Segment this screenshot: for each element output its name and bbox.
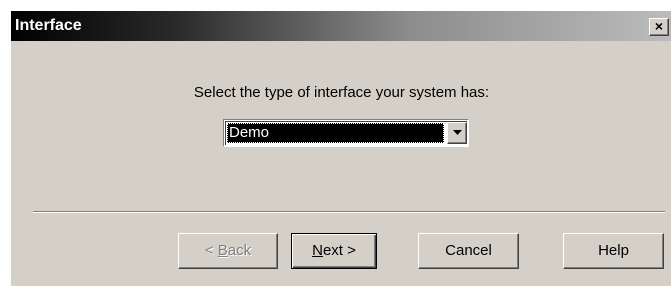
back-button-label: ack	[227, 242, 252, 259]
next-button[interactable]: Next >	[291, 233, 377, 269]
dialog-title: Interface	[15, 17, 82, 34]
back-button-arrow: <	[204, 242, 218, 259]
interface-type-selected-value[interactable]: Demo	[227, 123, 444, 143]
close-icon: ×	[654, 18, 664, 34]
close-button[interactable]: ×	[649, 18, 669, 36]
chevron-down-icon	[453, 130, 462, 135]
interface-dialog: Interface × Select the type of interface…	[10, 10, 671, 286]
next-button-mnemonic: N	[312, 242, 323, 259]
back-button-mnemonic: B	[217, 242, 228, 259]
interface-prompt: Select the type of interface your system…	[193, 84, 490, 101]
dropdown-arrow-button[interactable]	[447, 122, 467, 144]
cancel-button[interactable]: Cancel	[418, 233, 519, 269]
next-button-label: ext >	[322, 242, 356, 259]
title-bar[interactable]: Interface ×	[11, 11, 671, 41]
back-button[interactable]: < Back	[178, 233, 278, 269]
separator-line	[33, 211, 665, 213]
help-button[interactable]: Help	[563, 233, 664, 269]
interface-type-select[interactable]: Demo	[223, 119, 469, 147]
interface-type-select-field[interactable]: Demo	[225, 121, 467, 145]
